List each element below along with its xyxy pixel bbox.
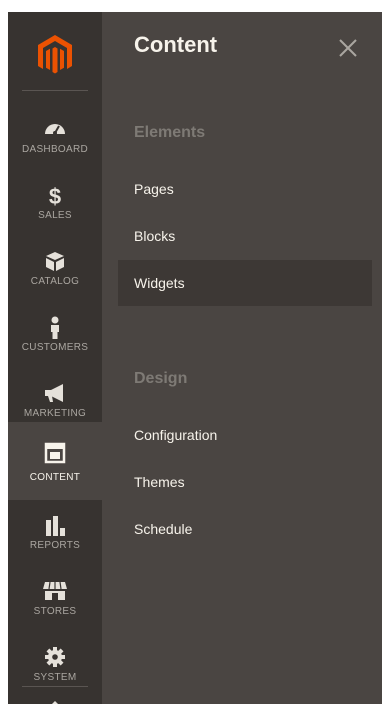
sidebar-item-sales[interactable]: $ SALES	[8, 170, 102, 236]
menu-link-configuration[interactable]: Configuration	[118, 412, 372, 458]
megaphone-icon	[8, 382, 102, 404]
sidebar-item-content[interactable]: CONTENT	[8, 422, 102, 500]
sidebar-item-dashboard[interactable]: DASHBOARD	[8, 104, 102, 170]
sidebar-item-label: DASHBOARD	[21, 144, 89, 155]
bottom-divider	[22, 686, 88, 687]
sidebar-item-label: REPORTS	[29, 540, 81, 551]
sidebar-item-label: MARKETING	[23, 408, 87, 419]
panel-title: Content	[134, 32, 218, 57]
logo-divider	[22, 90, 88, 91]
dashboard-gauge-icon	[8, 118, 102, 140]
sidebar-item-customers[interactable]: CUSTOMERS	[8, 302, 102, 368]
sidebar-item-label: STORES	[33, 606, 77, 617]
magento-logo-icon[interactable]	[30, 30, 80, 80]
section-title-elements: Elements	[134, 124, 206, 141]
sidebar-item-catalog[interactable]: CATALOG	[8, 236, 102, 302]
sidebar-item-label: CATALOG	[30, 276, 80, 287]
menu-link-blocks[interactable]: Blocks	[118, 213, 372, 259]
close-icon[interactable]	[336, 36, 360, 60]
sidebar-item-label: CUSTOMERS	[21, 342, 89, 353]
svg-text:$: $	[49, 184, 61, 208]
bar-chart-icon	[8, 514, 102, 536]
sidebar-item-system[interactable]: SYSTEM	[8, 632, 102, 698]
main-sidebar: DASHBOARD $ SALES CATALOG CUSTOMERS MARK…	[8, 12, 102, 704]
menu-link-widgets[interactable]: Widgets	[118, 260, 372, 306]
box-icon	[8, 250, 102, 272]
partial-menu-icon	[45, 696, 65, 704]
menu-link-pages[interactable]: Pages	[118, 166, 372, 212]
layout-icon	[8, 442, 102, 464]
menu-link-themes[interactable]: Themes	[118, 459, 372, 505]
sidebar-item-stores[interactable]: STORES	[8, 566, 102, 632]
person-icon	[8, 316, 102, 339]
storefront-icon	[8, 580, 102, 602]
sidebar-item-label: SYSTEM	[33, 672, 77, 683]
section-title-design: Design	[134, 370, 188, 387]
sidebar-item-label: SALES	[38, 210, 72, 221]
menu-link-schedule[interactable]: Schedule	[118, 506, 372, 552]
sidebar-item-reports[interactable]: REPORTS	[8, 500, 102, 566]
admin-menu: DASHBOARD $ SALES CATALOG CUSTOMERS MARK…	[8, 12, 382, 704]
sidebar-item-label: CONTENT	[29, 472, 81, 483]
dollar-icon: $	[8, 184, 102, 208]
gear-icon	[8, 646, 102, 668]
